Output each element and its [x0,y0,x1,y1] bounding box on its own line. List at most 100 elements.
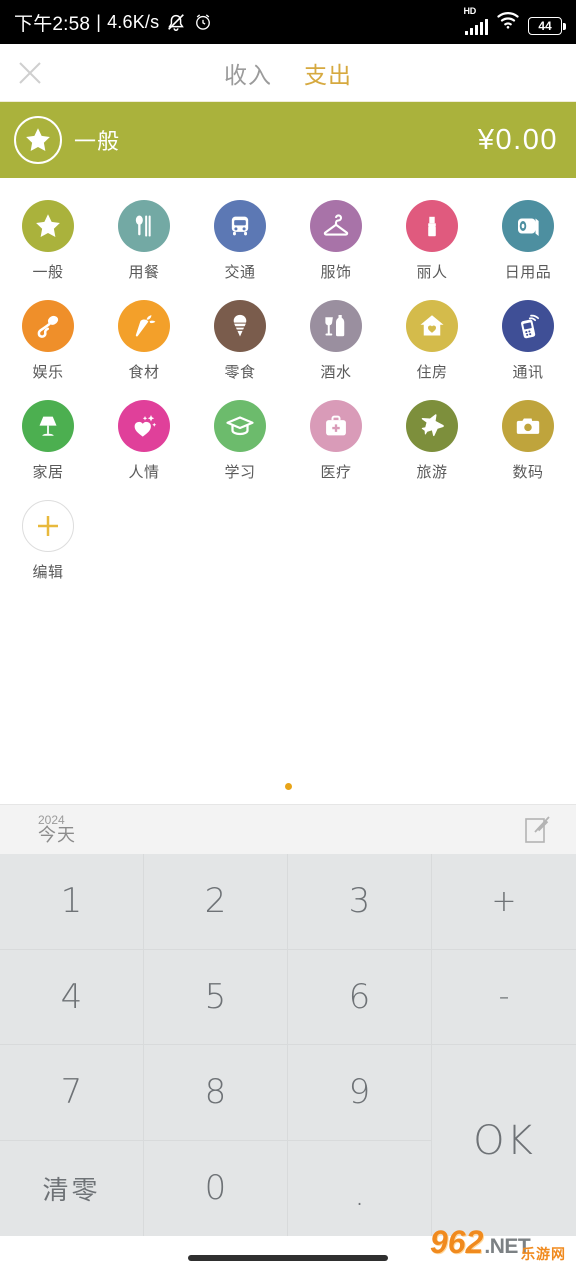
selected-category-label: 一般 [74,129,121,154]
heart-sparkle-icon [118,400,170,452]
header-bar: 收入 支出 [0,44,576,102]
microphone-icon [22,300,74,352]
key-plus[interactable]: + [432,854,576,950]
carrot-icon [118,300,170,352]
key-5[interactable]: 5 [144,949,288,1045]
key-7[interactable]: 7 [0,1045,144,1141]
key-6[interactable]: 6 [288,949,432,1045]
category-item[interactable]: 数码 [480,392,576,492]
key-decimal[interactable]: . [288,1140,432,1236]
battery-icon: 44 [528,16,566,35]
category-item[interactable]: 家居 [0,392,96,492]
amount-display: ¥0.00 [477,123,558,156]
tissue-roll-icon [502,200,554,252]
tab-expense[interactable]: 支出 [304,56,352,90]
note-edit-icon[interactable] [522,814,552,846]
category-item[interactable]: 编辑 [0,492,96,592]
plus-icon [22,500,74,552]
category-item[interactable]: 旅游 [384,392,480,492]
home-indicator[interactable] [188,1255,388,1261]
selected-category-banner: 一般 ¥0.00 [0,102,576,178]
key-3[interactable]: 3 [288,854,432,950]
category-label: 住房 [416,364,448,381]
category-label: 数码 [512,464,544,481]
signal-bar [464,30,468,35]
category-item[interactable]: 服饰 [288,192,384,292]
date-note-bar: 2024 今天 [0,804,576,854]
mute-icon [165,11,187,33]
category-label: 用餐 [128,264,160,281]
tab-income[interactable]: 收入 [224,56,272,90]
category-label: 交通 [224,264,256,281]
network-speed: 4.6K/s [107,11,160,32]
category-item[interactable]: 一般 [0,192,96,292]
alarm-icon [193,12,213,32]
key-0[interactable]: 0 [144,1140,288,1236]
category-label: 人情 [128,464,160,481]
category-label: 家居 [32,464,64,481]
category-item[interactable]: 学习 [192,392,288,492]
key-8[interactable]: 8 [144,1045,288,1141]
signal-bar [484,18,488,35]
status-separator: | [96,11,102,32]
category-label: 通讯 [512,364,544,381]
category-item[interactable]: 丽人 [384,192,480,292]
key-ok[interactable]: OK [432,1045,576,1236]
category-item[interactable]: 交通 [192,192,288,292]
category-grid: 一般 用餐 交通 服饰 丽人 日用品娱乐 食材 零食 酒水 住房 通讯家居 人情 学习 医疗 旅游 数码编辑 [0,192,576,592]
category-label: 学习 [224,464,256,481]
category-item[interactable]: 食材 [96,292,192,392]
cutlery-icon [118,200,170,252]
category-label: 食材 [128,364,160,381]
signal-bar [474,24,478,35]
key-clear[interactable]: 清零 [0,1140,144,1236]
house-heart-icon [406,300,458,352]
category-label: 酒水 [320,364,352,381]
date-day: 今天 [38,825,76,846]
signal-bar [469,27,473,35]
category-item[interactable]: 医疗 [288,392,384,492]
category-item[interactable]: 用餐 [96,192,192,292]
graduation-icon [214,400,266,452]
category-label: 医疗 [320,464,352,481]
lamp-icon [22,400,74,452]
key-1[interactable]: 1 [0,854,144,950]
airplane-icon [406,400,458,452]
category-label: 丽人 [416,264,448,281]
bus-icon [214,200,266,252]
numeric-keypad: 1 2 3 +4 5 6- 7 8 9 OK 清零 0. [0,854,576,1236]
category-item[interactable]: 零食 [192,292,288,392]
expense-entry-screen: 下午2:58 | 4.6K/s HD 44 收入 支出 一般 ¥0.00 一般 … [0,0,576,1280]
category-label: 一般 [32,264,64,281]
page-indicator [0,783,576,790]
status-time: 下午2:58 [14,13,91,35]
status-bar-left: 下午2:58 | 4.6K/s [14,9,213,36]
network-type-label: HD [463,5,477,16]
category-item[interactable]: 人情 [96,392,192,492]
category-item[interactable]: 住房 [384,292,480,392]
category-label: 日用品 [504,264,552,281]
category-item[interactable]: 娱乐 [0,292,96,392]
hanger-icon [310,200,362,252]
close-icon[interactable] [14,57,46,89]
category-label: 娱乐 [32,364,64,381]
key-9[interactable]: 9 [288,1045,432,1141]
category-label: 服饰 [320,264,352,281]
category-item[interactable]: 酒水 [288,292,384,392]
date-picker[interactable]: 2024 今天 [38,814,76,845]
category-item[interactable]: 通讯 [480,292,576,392]
type-tabs: 收入 支出 [224,56,352,90]
wine-icon [310,300,362,352]
lipstick-icon [406,200,458,252]
status-bar-right: HD 44 [464,6,566,35]
icecream-icon [214,300,266,352]
key-2[interactable]: 2 [144,854,288,950]
key-4[interactable]: 4 [0,949,144,1045]
star-icon [22,200,74,252]
star-icon [14,116,62,164]
key-minus[interactable]: - [432,950,576,1045]
camera-icon [502,400,554,452]
category-label: 零食 [224,364,256,381]
page-dot-active[interactable] [284,783,292,790]
category-item[interactable]: 日用品 [480,192,576,292]
